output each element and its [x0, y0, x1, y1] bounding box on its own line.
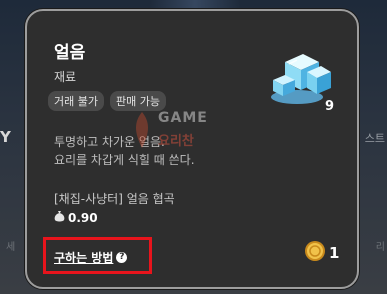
background-label: 세	[6, 242, 16, 253]
item-name: 얼음	[54, 43, 86, 63]
item-category: 재료	[54, 70, 77, 84]
price-value: 0.90	[68, 210, 98, 225]
item-quantity: 9	[325, 99, 335, 114]
item-price: 0.90	[54, 210, 98, 225]
screen: Y 스트 세 리 얼음 재료 거래 불가 판매 가능 9 투명하고 차가운 얼음…	[0, 0, 387, 294]
money-bag-icon	[54, 210, 65, 225]
watermark-text: GAME	[158, 110, 208, 126]
background-label: 리	[375, 242, 385, 253]
reward: 1	[304, 240, 339, 266]
reward-count: 1	[329, 244, 340, 262]
watermark: GAME 요리찬	[128, 106, 230, 168]
gold-coin-icon	[304, 240, 326, 266]
question-icon: ?	[116, 252, 128, 263]
background-label: 스트	[364, 132, 385, 145]
filter-icon: Y	[0, 128, 11, 146]
tag-untradeable: 거래 불가	[48, 91, 104, 111]
how-to-obtain-link[interactable]: 구하는 방법 ?	[54, 249, 128, 266]
item-source: [채집-사냥터] 얼음 협곡	[54, 192, 175, 206]
how-to-obtain-label: 구하는 방법	[54, 251, 114, 265]
watermark-text: 요리찬	[158, 134, 194, 149]
